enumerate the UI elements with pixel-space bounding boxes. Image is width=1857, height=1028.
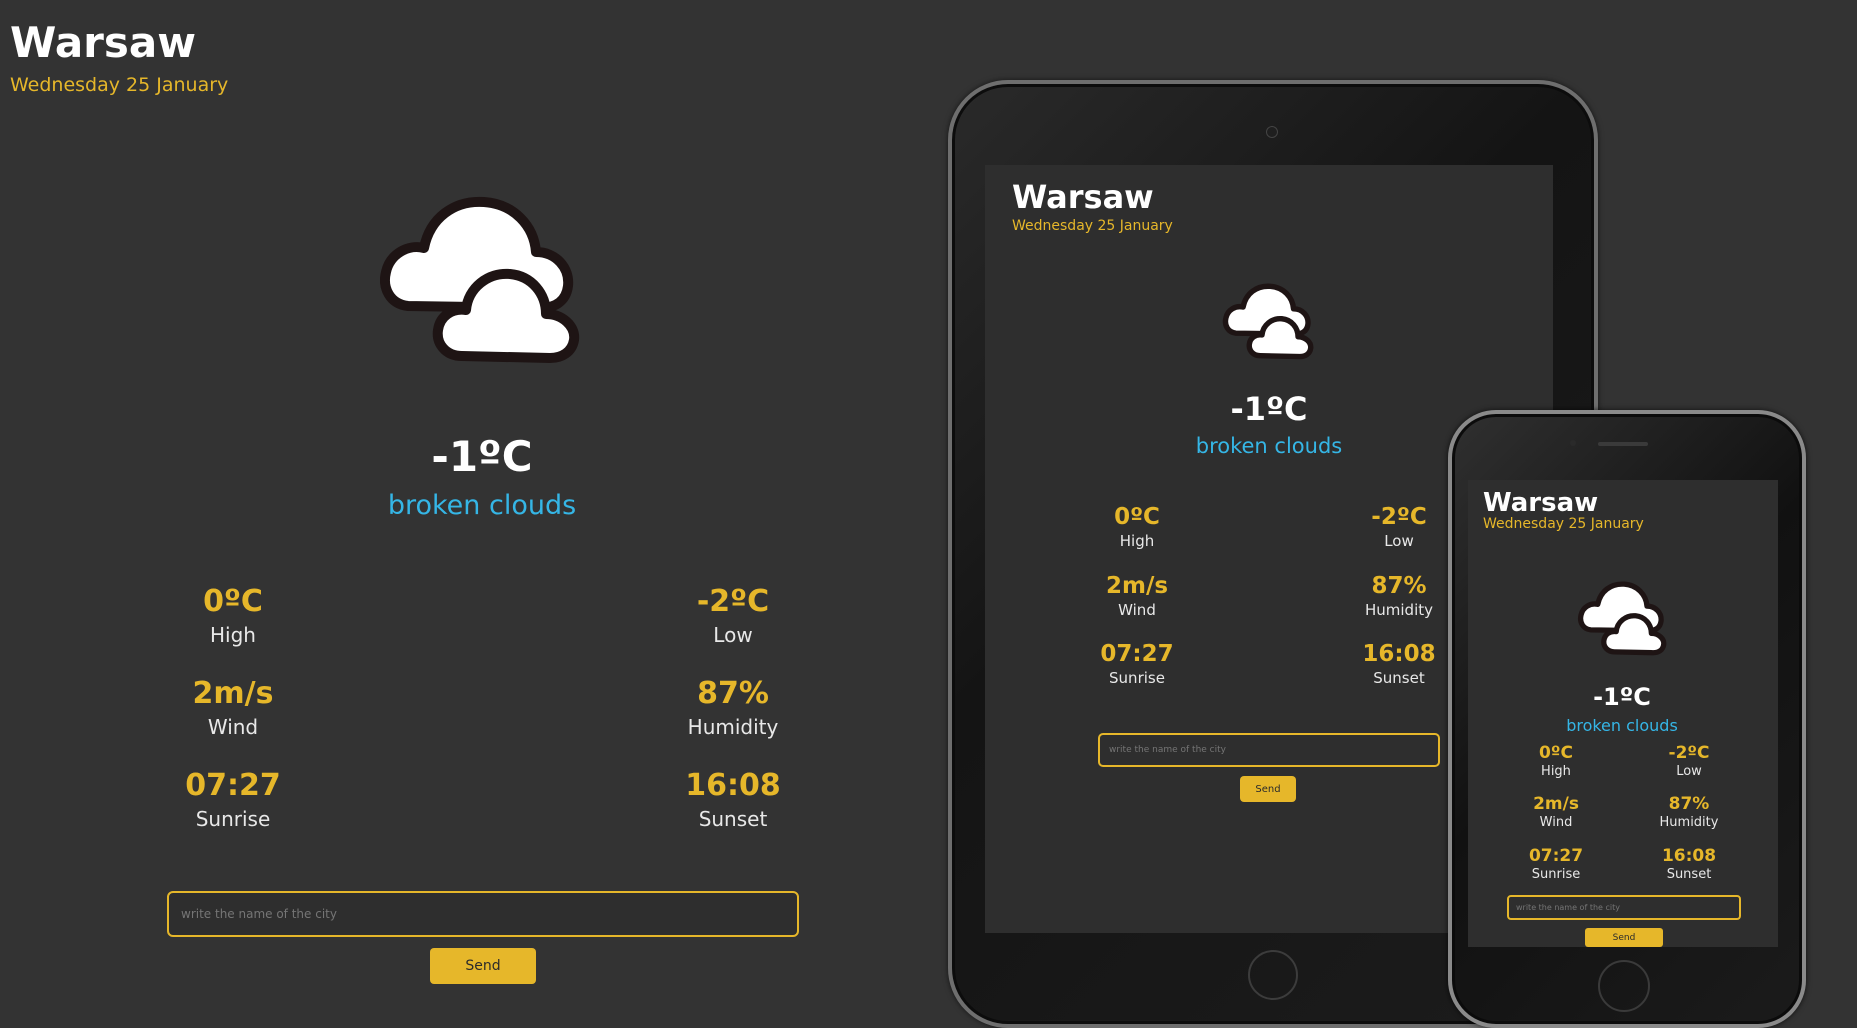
stat-label: Wind	[207, 715, 259, 739]
stat-low: -2ºC Low	[1349, 504, 1449, 550]
city-search-input[interactable]	[1507, 895, 1741, 920]
phone-speaker	[1598, 442, 1648, 446]
stat-value: 07:27	[185, 768, 281, 803]
stat-label: High	[1119, 532, 1155, 550]
send-button[interactable]: Send	[1585, 928, 1663, 947]
stat-wind: 2m/s Wind	[1516, 794, 1596, 830]
stat-label: Low	[1384, 532, 1414, 550]
stat-low: -2ºC Low	[1649, 743, 1729, 779]
stat-value: 0ºC	[1114, 504, 1160, 530]
temperature: -1ºC	[1593, 683, 1651, 711]
stat-value: 87%	[1668, 794, 1710, 814]
weather-description: broken clouds	[1195, 434, 1343, 458]
stat-humidity: 87% Humidity	[1349, 573, 1449, 619]
stat-value: -2ºC	[1371, 504, 1427, 530]
phone-screen	[1468, 480, 1778, 947]
temperature: -1ºC	[1230, 390, 1308, 428]
stat-label: Humidity	[687, 715, 779, 739]
stat-high: 0ºC High	[1087, 504, 1187, 550]
stat-label: Low	[1676, 764, 1702, 779]
stat-high: 0ºC High	[1516, 743, 1596, 779]
date-text: Wednesday 25 January	[1483, 516, 1644, 532]
stat-value: 16:08	[685, 768, 781, 803]
send-button[interactable]: Send	[1240, 776, 1296, 802]
weather-description: broken clouds	[387, 490, 577, 521]
stat-value: 2m/s	[192, 676, 274, 711]
stat-label: High	[1541, 764, 1571, 779]
tablet-camera	[1266, 126, 1278, 138]
stat-sunrise: 07:27 Sunrise	[1516, 846, 1596, 882]
stat-label: High	[210, 623, 256, 647]
stat-wind: 2m/s Wind	[160, 676, 306, 739]
stat-sunset: 16:08 Sunset	[660, 768, 806, 831]
broken-clouds-icon	[1577, 581, 1667, 656]
stat-value: 16:08	[1362, 641, 1436, 667]
city-search-input[interactable]	[167, 891, 799, 937]
stat-label: Sunset	[698, 807, 768, 831]
stat-high: 0ºC High	[160, 584, 306, 647]
stat-label: Humidity	[1364, 601, 1433, 619]
stat-label: Sunrise	[195, 807, 271, 831]
stat-label: Humidity	[1659, 815, 1719, 830]
stat-label: Wind	[1118, 601, 1156, 619]
broken-clouds-icon	[1222, 283, 1314, 360]
stat-value: 0ºC	[203, 584, 263, 619]
stat-label: Sunrise	[1531, 867, 1581, 882]
stat-value: -2ºC	[1668, 743, 1710, 763]
stat-value: 2m/s	[1533, 794, 1579, 814]
desktop-view: Warsaw Wednesday 25 January -1ºC broken …	[0, 0, 940, 1020]
stat-value: 87%	[697, 676, 769, 711]
stat-sunset: 16:08 Sunset	[1649, 846, 1729, 882]
stat-label: Sunset	[1373, 669, 1425, 687]
stat-value: 0ºC	[1539, 743, 1573, 763]
weather-description: broken clouds	[1566, 716, 1678, 735]
send-button[interactable]: Send	[430, 948, 536, 984]
stat-value: 87%	[1371, 573, 1427, 599]
temperature: -1ºC	[431, 432, 533, 481]
phone-camera	[1570, 440, 1576, 446]
city-title: Warsaw	[1012, 178, 1154, 216]
stat-label: Sunset	[1666, 867, 1712, 882]
stat-value: 2m/s	[1105, 573, 1169, 599]
stat-value: 07:27	[1100, 641, 1174, 667]
stat-wind: 2m/s Wind	[1087, 573, 1187, 619]
stat-sunrise: 07:27 Sunrise	[1087, 641, 1187, 687]
stat-label: Wind	[1539, 815, 1573, 830]
date-text: Wednesday 25 January	[10, 74, 229, 96]
tablet-home-button	[1248, 950, 1298, 1000]
stat-value: 07:27	[1528, 846, 1584, 866]
stat-value: -2ºC	[696, 584, 770, 619]
stat-label: Sunrise	[1109, 669, 1165, 687]
stat-low: -2ºC Low	[660, 584, 806, 647]
stat-sunset: 16:08 Sunset	[1349, 641, 1449, 687]
stat-humidity: 87% Humidity	[1649, 794, 1729, 830]
city-title: Warsaw	[10, 18, 197, 67]
stat-humidity: 87% Humidity	[660, 676, 806, 739]
stat-sunrise: 07:27 Sunrise	[160, 768, 306, 831]
city-title: Warsaw	[1483, 488, 1599, 518]
date-text: Wednesday 25 January	[1012, 218, 1173, 234]
broken-clouds-icon	[380, 196, 580, 363]
stat-label: Low	[713, 623, 753, 647]
phone-home-button	[1598, 960, 1650, 1012]
stat-value: 16:08	[1661, 846, 1717, 866]
city-search-input[interactable]	[1098, 733, 1440, 767]
